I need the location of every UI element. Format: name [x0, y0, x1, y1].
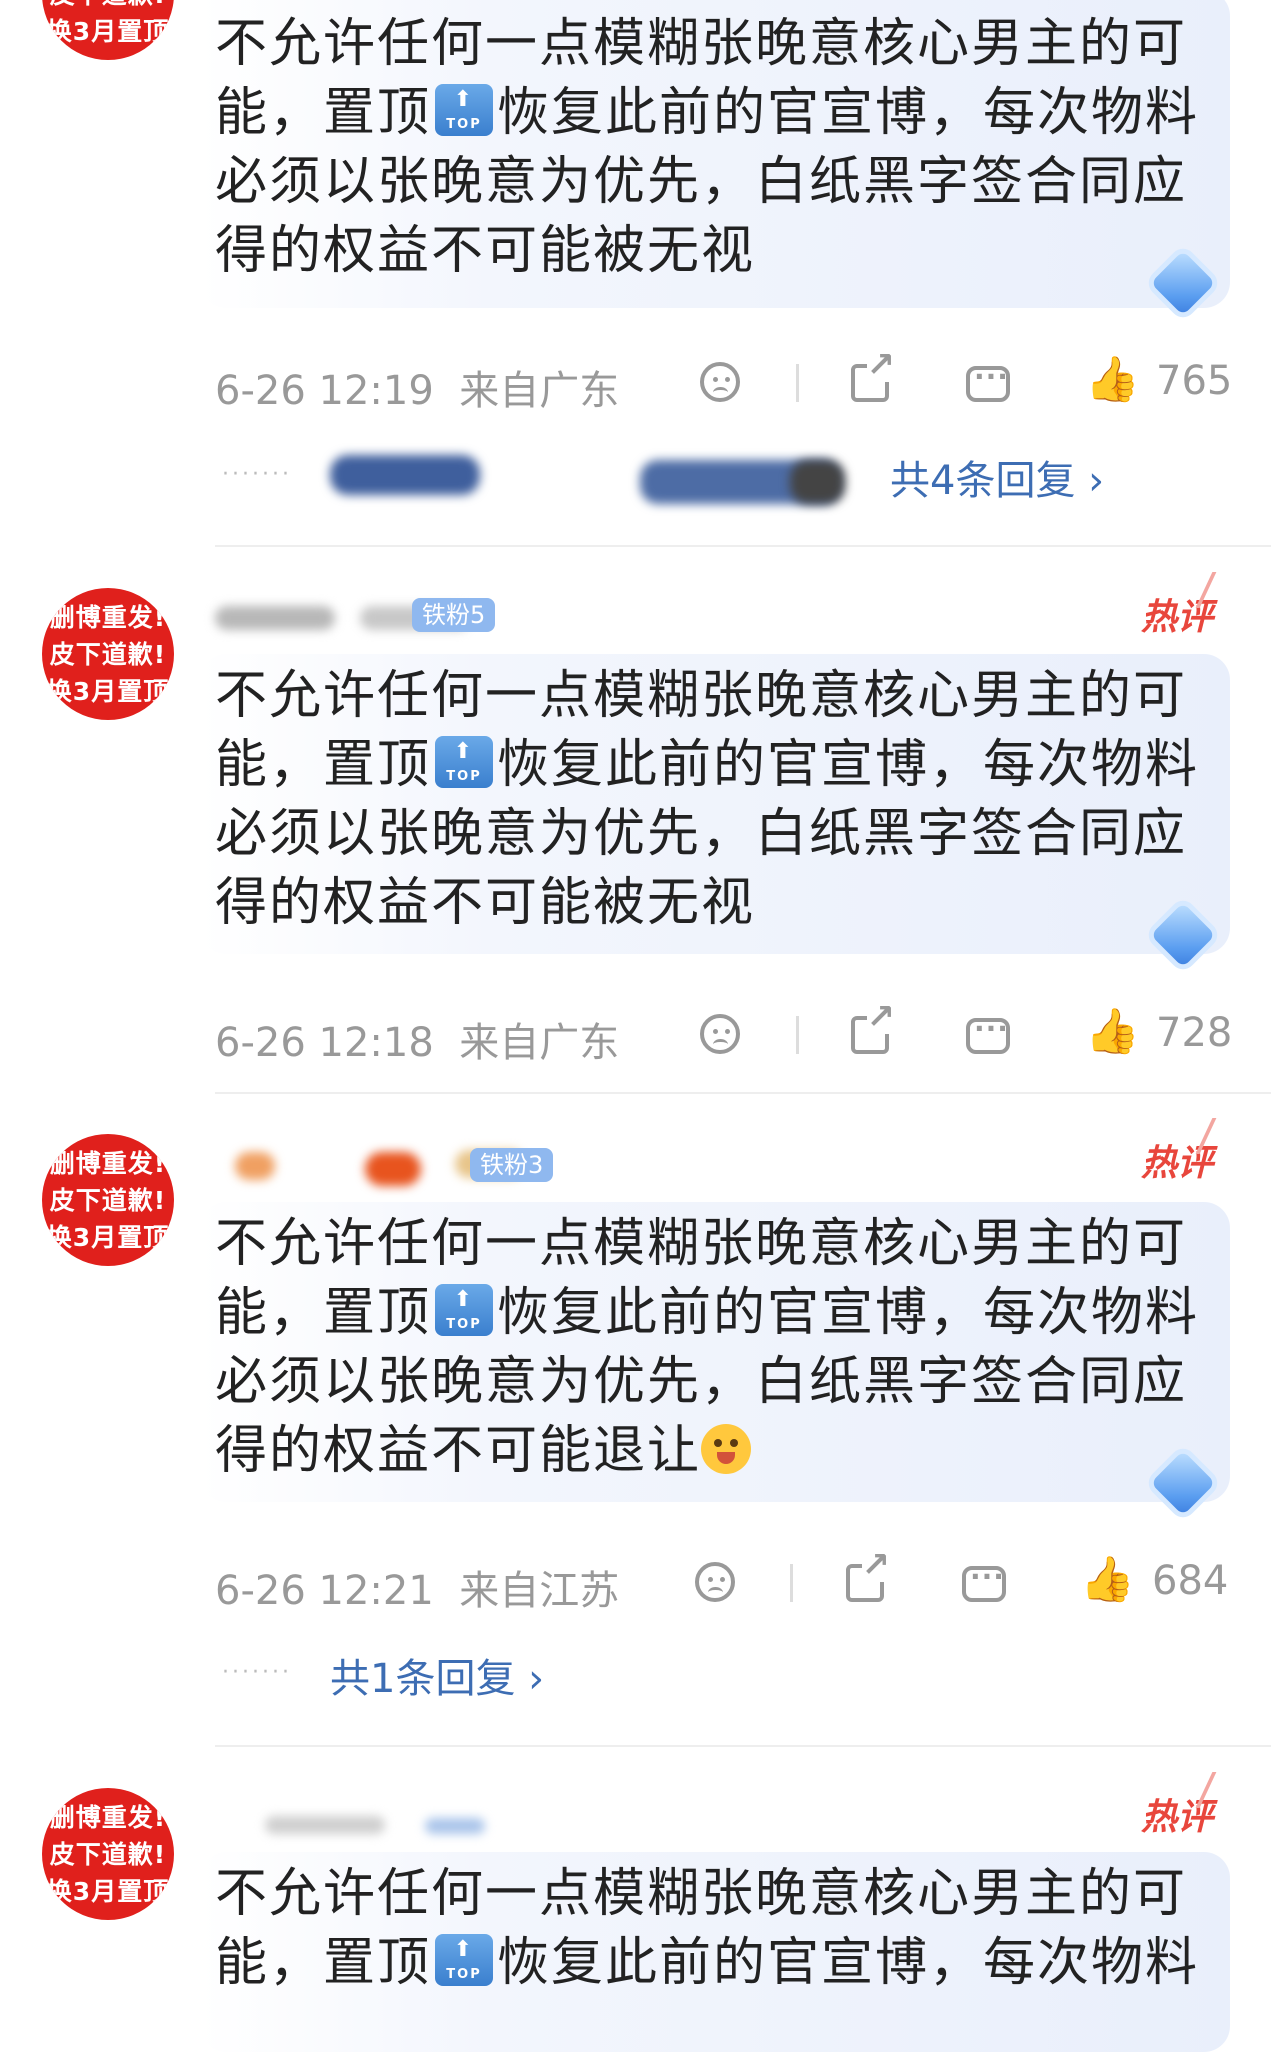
divider — [796, 364, 799, 402]
reply-preview-blur — [790, 460, 845, 504]
comment-icon[interactable] — [962, 1560, 1006, 1602]
comment-time: 6-26 12:19 — [215, 368, 434, 414]
comment-time: 6-26 12:18 — [215, 1020, 434, 1066]
divider — [790, 1564, 793, 1602]
comment-meta: 6-26 12:19 来自广东 — [215, 358, 619, 416]
reply-dots: ······· — [222, 462, 292, 487]
comment-meta: 6-26 12:21 来自江苏 — [215, 1558, 619, 1616]
avatar[interactable]: 删博重发! 皮下道歉! 换3月置顶 — [42, 1134, 174, 1266]
view-replies-link[interactable]: 共4条回复 › — [890, 448, 1104, 506]
separator — [215, 545, 1271, 547]
comment-text: 不允许任何一点模糊张晚意核心男主的可 能，置顶 ⬆ TOP 恢复此前的官宣博，每次物料… — [215, 14, 1200, 281]
share-icon[interactable] — [851, 348, 895, 402]
view-replies-link[interactable]: 共1条回复 › — [330, 1646, 544, 1704]
separator — [215, 1092, 1271, 1094]
top-badge-icon: ⬆ TOP — [435, 1934, 494, 1986]
sad-face-icon[interactable] — [700, 1014, 740, 1054]
like-count: 684 — [1152, 1558, 1229, 1604]
thumbs-up-icon[interactable]: 👍 — [1080, 1558, 1135, 1602]
avatar[interactable]: 删博重发! 皮下道歉! 换3月置顶 — [42, 588, 174, 720]
comment-text: 不允许任何一点模糊张晚意核心男主的可 能，置顶 ⬆ TOP 恢复此前的官宣博，每次物料… — [215, 1214, 1200, 1481]
thumbs-up-icon[interactable]: 👍 — [1085, 358, 1140, 402]
like-count: 765 — [1156, 358, 1233, 404]
top-badge-icon: ⬆ TOP — [435, 736, 494, 788]
fan-badge: 铁粉3 — [470, 1148, 554, 1182]
like-count: 728 — [1156, 1010, 1233, 1056]
comment-text: 不允许任何一点模糊张晚意核心男主的可 能，置顶 ⬆ TOP 恢复此前的官宣博，每次物料 — [215, 1864, 1200, 1993]
comment-icon[interactable] — [966, 360, 1010, 402]
comment-icon[interactable] — [966, 1012, 1010, 1054]
thumbs-up-icon[interactable]: 👍 — [1085, 1010, 1140, 1054]
separator — [215, 1745, 1271, 1747]
fan-badge: 铁粉5 — [412, 598, 496, 632]
avatar[interactable]: 删博重发! 皮下道歉! 换3月置顶 — [42, 0, 174, 60]
share-icon[interactable] — [851, 1000, 895, 1054]
share-icon[interactable] — [846, 1548, 890, 1602]
top-badge-icon: ⬆ TOP — [435, 84, 494, 136]
top-badge-icon: ⬆ TOP — [435, 1284, 494, 1336]
reply-preview-blur — [330, 455, 480, 495]
comment-meta: 6-26 12:18 来自广东 — [215, 1010, 619, 1068]
sad-face-icon[interactable] — [695, 1562, 735, 1602]
username[interactable] — [215, 598, 555, 634]
sad-face-icon[interactable] — [700, 362, 740, 402]
chevron-right-icon: › — [528, 1656, 545, 1702]
divider — [796, 1016, 799, 1054]
chevron-right-icon: › — [1088, 458, 1105, 504]
comment-location: 来自广东 — [459, 368, 620, 414]
reply-dots: ······· — [222, 1660, 292, 1685]
comment-location: 来自广东 — [459, 1020, 620, 1066]
grinning-emoji-icon — [701, 1424, 752, 1474]
username[interactable] — [215, 1806, 555, 1842]
comment-text: 不允许任何一点模糊张晚意核心男主的可 能，置顶 ⬆ TOP 恢复此前的官宣博，每次物料… — [215, 666, 1200, 933]
comment-time: 6-26 12:21 — [215, 1568, 434, 1614]
comment-location: 来自江苏 — [459, 1568, 620, 1614]
avatar[interactable]: 删博重发! 皮下道歉! 换3月置顶 — [42, 1788, 174, 1920]
